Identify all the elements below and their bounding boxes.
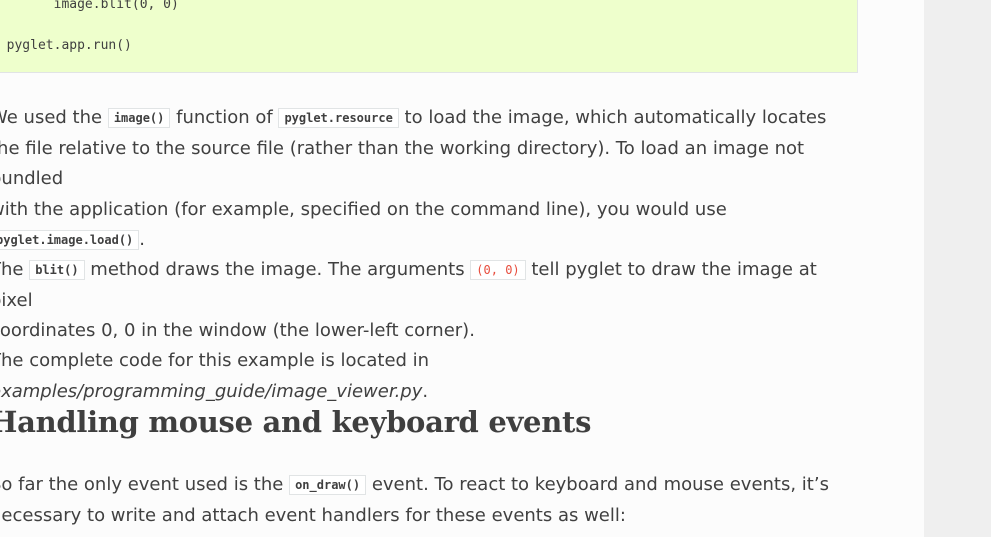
- code-line: image.blit(0, 0): [0, 0, 179, 12]
- inline-code-args: (0, 0): [470, 260, 526, 280]
- code-line: pyglet.app.run(): [0, 38, 132, 53]
- paragraph-events: So far the only event used is the on_dra…: [0, 474, 829, 526]
- code-block: image.blit(0, 0) pyglet.app.run(): [0, 0, 858, 73]
- example-file-path: examples/programming_guide/image_viewer.…: [0, 380, 423, 402]
- paragraph-example-location: The complete code for this example is lo…: [0, 346, 860, 407]
- inline-code-on-draw: on_draw(): [289, 475, 367, 495]
- paragraph-image-loading: We used the image() function of pyglet.r…: [0, 103, 860, 256]
- right-sidebar-gutter: [924, 0, 991, 537]
- inline-code-image: image(): [107, 108, 171, 128]
- inline-code-pyglet-resource: pyglet.resource: [278, 108, 399, 128]
- paragraph-blit: The blit() method draws the image. The a…: [0, 259, 817, 341]
- inline-code-pyglet-image-load: pyglet.image.load(): [0, 230, 140, 250]
- inline-code-blit: blit(): [29, 260, 85, 280]
- section-heading: Handling mouse and keyboard events: [0, 405, 592, 439]
